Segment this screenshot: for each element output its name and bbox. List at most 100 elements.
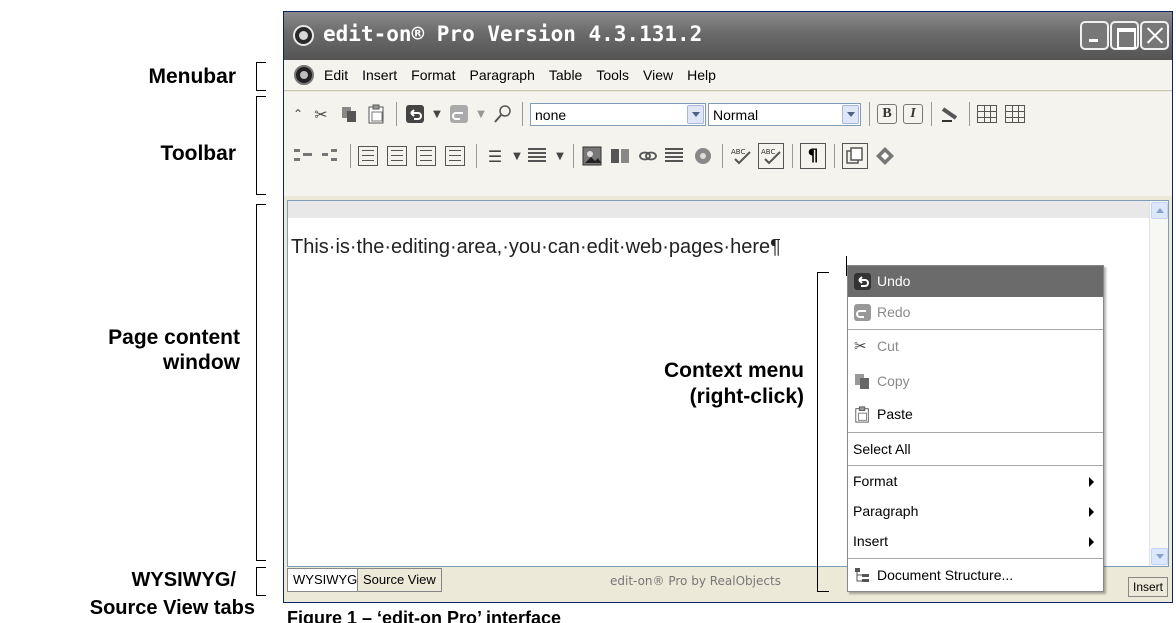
redo-dropdown-icon[interactable]: ▼ — [476, 103, 486, 125]
spellcheck-icon[interactable]: ABC — [730, 145, 752, 167]
context-menu-callout-tick — [817, 591, 829, 592]
highlight-icon[interactable] — [939, 103, 961, 125]
context-menu-insert-label: Insert — [853, 533, 889, 549]
tabs-annotation-line2: Source View tabs — [89, 597, 255, 619]
context-menu-separator — [848, 432, 1103, 433]
align-right-icon[interactable] — [416, 146, 436, 166]
svg-text:ABC: ABC — [761, 148, 775, 156]
chevron-down-icon[interactable] — [687, 104, 704, 124]
toolbar-bracket — [256, 96, 266, 195]
svg-text:ABC: ABC — [731, 148, 745, 156]
context-menu-callout-line — [817, 272, 818, 592]
context-menu-cut[interactable]: ✂ Cut — [848, 331, 1103, 362]
context-menu-document-structure[interactable]: Document Structure... — [848, 560, 1103, 591]
align-justify-icon[interactable] — [445, 146, 465, 166]
tabs-bracket — [256, 567, 266, 596]
context-menu-callout-tick — [817, 272, 829, 273]
context-menu-undo[interactable]: Undo — [848, 266, 1103, 297]
scroll-down-icon[interactable] — [1151, 548, 1168, 565]
tab-wysiwyg[interactable]: WYSIWYG — [287, 568, 364, 592]
context-menu-copy[interactable]: Copy — [848, 366, 1103, 397]
horizontal-rule-icon[interactable] — [665, 148, 683, 164]
menu-logo-icon[interactable] — [294, 65, 314, 85]
bullet-list-dropdown-icon[interactable]: ▼ — [512, 145, 522, 167]
special-characters-icon[interactable] — [692, 145, 714, 167]
undo-icon[interactable] — [404, 103, 426, 125]
document-structure-icon[interactable] — [874, 145, 896, 167]
menu-format[interactable]: Format — [411, 67, 455, 83]
context-menu-insert[interactable]: Insert — [848, 526, 1103, 557]
cut-icon: ✂ — [854, 338, 867, 355]
menu-help[interactable]: Help — [687, 67, 716, 83]
search-icon[interactable] — [492, 103, 514, 125]
bold-button[interactable]: B — [877, 104, 897, 124]
menu-insert[interactable]: Insert — [362, 67, 397, 83]
scroll-up-icon[interactable] — [1151, 202, 1168, 219]
toolbar-separator — [476, 144, 477, 168]
redo-icon[interactable] — [448, 103, 470, 125]
title-bar[interactable]: edit-on® Pro Version 4.3.131.2 — [284, 12, 1172, 60]
ruler-strip — [288, 201, 1150, 218]
menu-view[interactable]: View — [643, 67, 673, 83]
menu-paragraph[interactable]: Paragraph — [469, 67, 534, 83]
context-menu-format-label: Format — [853, 473, 898, 489]
editing-area-text[interactable]: This·is·the·editing·area,·you·can·edit·w… — [291, 236, 781, 259]
menu-edit[interactable]: Edit — [324, 67, 348, 83]
align-center-icon[interactable] — [387, 146, 407, 166]
context-menu-select-all[interactable]: Select All — [848, 434, 1103, 465]
context-menu-paragraph[interactable]: Paragraph — [848, 496, 1103, 527]
menu-table[interactable]: Table — [549, 67, 582, 83]
maximize-button[interactable] — [1110, 21, 1139, 50]
italic-button[interactable]: I — [903, 104, 923, 124]
paste-icon[interactable] — [366, 103, 388, 125]
close-button[interactable] — [1140, 21, 1169, 50]
show-borders-icon[interactable] — [842, 143, 868, 169]
context-menu-annotation-line2: (right-click) — [689, 385, 804, 408]
align-left-icon[interactable] — [358, 146, 378, 166]
copy-icon — [855, 374, 869, 389]
numbered-list-dropdown-icon[interactable]: ▼ — [555, 145, 565, 167]
table-icon[interactable] — [977, 105, 997, 123]
minimize-button[interactable] — [1080, 21, 1109, 50]
context-menu-cut-label: Cut — [877, 338, 899, 354]
undo-dropdown-icon[interactable]: ▼ — [432, 103, 442, 125]
context-menu-separator — [848, 329, 1103, 330]
toolbar-separator — [969, 102, 970, 126]
insert-media-icon[interactable] — [609, 145, 631, 167]
context-menu-paste[interactable]: Paste — [848, 399, 1103, 430]
context-menu-format[interactable]: Format — [848, 466, 1103, 497]
app-logo-icon — [293, 25, 314, 46]
tabs-annotation-line1: WYSIWYG/ — [131, 569, 236, 591]
menu-tools[interactable]: Tools — [596, 67, 629, 83]
outdent-icon[interactable] — [292, 145, 314, 167]
document-structure-icon — [855, 568, 869, 582]
tabs-annotation: WYSIWYG/ — [0, 568, 236, 593]
paragraph-select[interactable]: Normal — [708, 102, 861, 126]
context-menu-document-structure-label: Document Structure... — [877, 567, 1014, 583]
bullet-list-icon[interactable]: ☰ — [484, 145, 506, 167]
vertical-scrollbar[interactable] — [1149, 201, 1168, 566]
insert-image-icon[interactable] — [581, 145, 603, 167]
show-paragraph-marks-button[interactable]: ¶ — [800, 143, 826, 169]
context-menu-paste-label: Paste — [877, 406, 913, 422]
toolbar-separator — [573, 144, 574, 168]
context-menu-redo[interactable]: Redo — [848, 297, 1103, 328]
toolbar-separator — [350, 144, 351, 168]
table-properties-icon[interactable] — [1005, 105, 1025, 123]
tab-source-view[interactable]: Source View — [357, 568, 442, 592]
link-icon[interactable] — [637, 145, 659, 167]
paragraph-select-value: Normal — [713, 106, 759, 123]
tabs-annotation-2: Source View tabs — [0, 596, 255, 621]
style-select[interactable]: none — [530, 102, 706, 126]
cut-icon[interactable]: ✂ — [310, 103, 332, 125]
spellcheck-as-you-type-icon[interactable]: ABC — [758, 143, 784, 169]
collapse-toolbar-icon[interactable]: ⌃ — [292, 103, 304, 125]
toolbar-separator — [522, 102, 523, 126]
paste-icon — [855, 406, 869, 423]
page-content-annotation: Page content window — [40, 325, 240, 375]
numbered-list-icon[interactable] — [528, 148, 546, 164]
copy-icon[interactable] — [338, 103, 360, 125]
indent-icon[interactable] — [320, 145, 342, 167]
page-content-annotation-line2: window — [163, 351, 240, 374]
chevron-down-icon[interactable] — [842, 104, 859, 124]
